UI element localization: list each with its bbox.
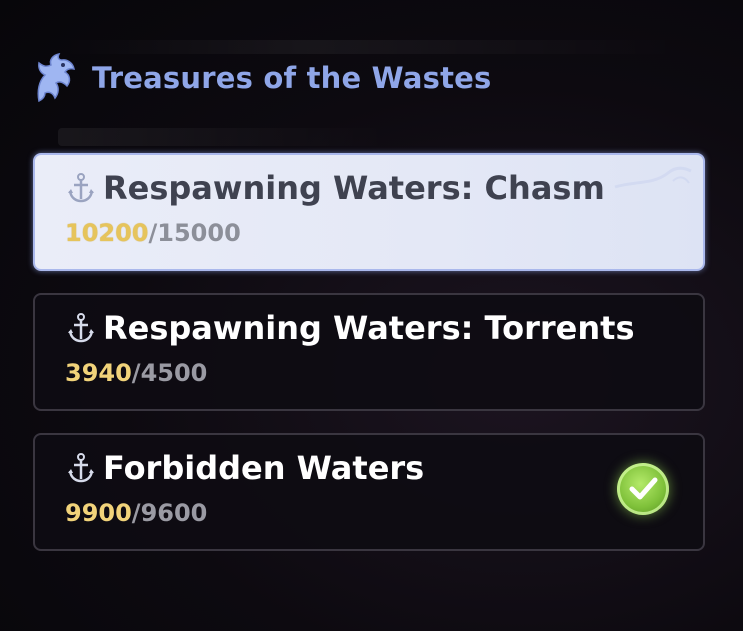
completed-check-icon [617,463,669,515]
progress-current: 9900 [65,499,132,527]
anchor-icon [65,450,97,486]
treasure-name: Respawning Waters: Chasm [103,169,605,207]
treasure-item-forbidden[interactable]: Forbidden Waters 9900/9600 [33,433,705,551]
treasure-progress: 3940/4500 [65,359,207,387]
treasures-panel: Treasures of the Wastes Respawning Water… [0,0,743,631]
progress-max: 4500 [140,359,208,387]
treasure-item-chasm[interactable]: Respawning Waters: Chasm 10200/15000 [33,153,705,271]
progress-current: 10200 [65,219,149,247]
panel-header: Treasures of the Wastes [28,48,491,108]
background-decoration-faded [58,128,388,146]
swirl-decoration [614,166,692,189]
anchor-icon [65,310,97,346]
treasure-name: Respawning Waters: Torrents [103,309,635,347]
horse-emblem-icon [28,50,80,106]
treasure-progress: 9900/9600 [65,499,207,527]
progress-separator: / [131,359,141,387]
progress-max: 15000 [157,219,241,247]
treasure-name: Forbidden Waters [103,449,425,487]
progress-separator: / [148,219,158,247]
progress-current: 3940 [65,359,132,387]
progress-max: 9600 [140,499,208,527]
anchor-icon [65,170,97,206]
panel-title: Treasures of the Wastes [92,61,492,95]
treasure-list: Respawning Waters: Chasm 10200/15000 Res [33,153,705,573]
treasure-item-torrents[interactable]: Respawning Waters: Torrents 3940/4500 [33,293,705,411]
treasure-progress: 10200/15000 [65,219,241,247]
progress-separator: / [131,499,141,527]
